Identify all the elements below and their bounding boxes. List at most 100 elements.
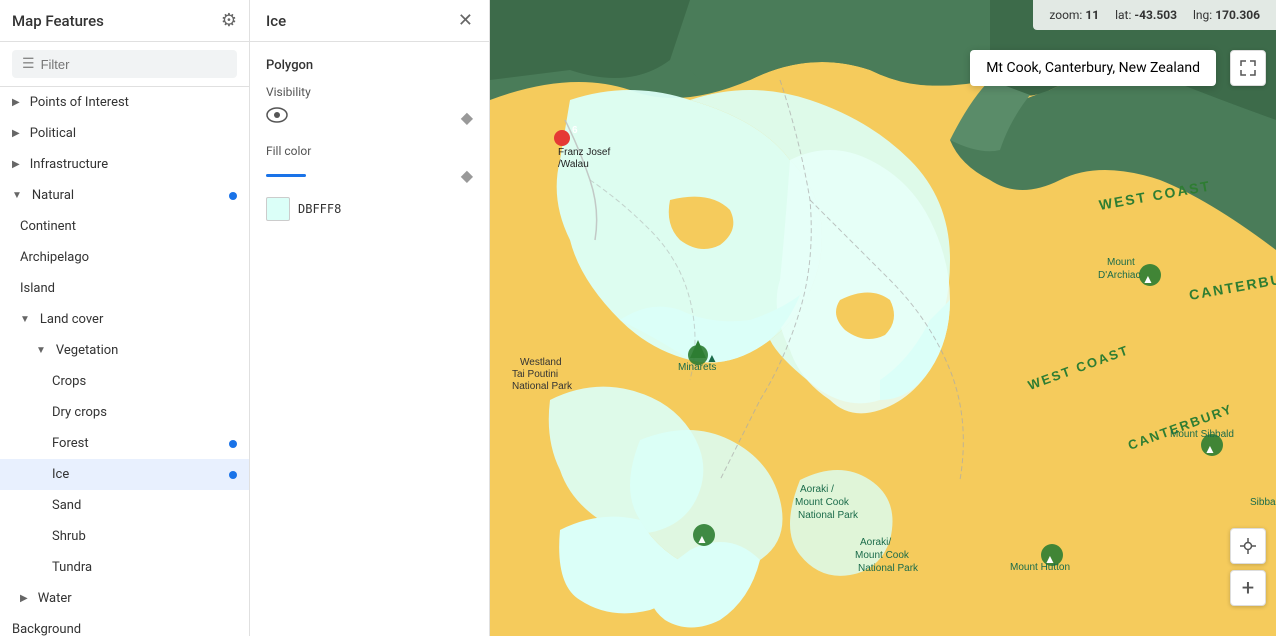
zoom-plus-button[interactable]: + bbox=[1230, 570, 1266, 606]
chevron-right-icon: ▶ bbox=[12, 159, 20, 170]
svg-text:Tai Poutini: Tai Poutini bbox=[512, 369, 558, 380]
map-svg: WEST COAST CANTERBURY WEST COAST CANTERB… bbox=[490, 0, 1276, 636]
plus-icon: + bbox=[1242, 576, 1254, 601]
westland-label: Westland bbox=[520, 357, 562, 368]
filter-input-wrapper: ☰ bbox=[12, 50, 237, 78]
color-swatch-row[interactable]: DBFFF8 bbox=[266, 197, 473, 221]
chevron-down-icon: ▼ bbox=[36, 345, 46, 356]
sidebar-item-land-cover[interactable]: ▼ Land cover bbox=[0, 304, 249, 335]
aoraki-label1: Aoraki / bbox=[800, 484, 834, 495]
mount-sibbald-label: Mount Sibbald bbox=[1170, 429, 1234, 440]
map-topbar: zoom: 11 lat: -43.503 lng: 170.306 bbox=[1033, 0, 1276, 30]
svg-text:D'Archiac: D'Archiac bbox=[1098, 270, 1140, 281]
panel-body: Polygon Visibility ◆ Fill color ◆ bbox=[250, 42, 489, 237]
eye-icon[interactable] bbox=[266, 107, 288, 128]
sidebar-item-dry-crops[interactable]: Dry crops bbox=[0, 397, 249, 428]
sidebar-item-label: Water bbox=[38, 591, 72, 606]
panel-title: Ice bbox=[266, 12, 286, 30]
zoom-label: zoom: 11 bbox=[1049, 8, 1099, 22]
sidebar-item-vegetation[interactable]: ▼ Vegetation bbox=[0, 335, 249, 366]
chevron-right-icon: ▶ bbox=[12, 128, 20, 139]
gear-icon[interactable]: ⚙ bbox=[221, 10, 237, 31]
diamond-icon[interactable]: ◆ bbox=[461, 166, 473, 185]
map-container[interactable]: zoom: 11 lat: -43.503 lng: 170.306 Mt Co… bbox=[490, 0, 1276, 636]
sidebar-title: Map Features bbox=[12, 12, 104, 30]
sidebar-item-label: Vegetation bbox=[56, 343, 118, 358]
sidebar-item-label: Crops bbox=[52, 374, 86, 389]
svg-text:▲: ▲ bbox=[1044, 552, 1056, 566]
fill-color-label: Fill color bbox=[266, 144, 473, 158]
sidebar-item-archipelago[interactable]: Archipelago bbox=[0, 242, 249, 273]
filter-text-input[interactable] bbox=[41, 57, 227, 72]
franz-josef-label: Franz Josef bbox=[558, 147, 610, 158]
sidebar-item-label: Forest bbox=[52, 436, 89, 451]
svg-text:National Park: National Park bbox=[858, 563, 919, 574]
fill-color-bar bbox=[266, 174, 306, 177]
chevron-right-icon: ▶ bbox=[20, 593, 28, 604]
fill-color-row: ◆ bbox=[266, 166, 473, 185]
svg-text:National Park: National Park bbox=[798, 510, 859, 521]
sidebar-item-tundra[interactable]: Tundra bbox=[0, 552, 249, 583]
sidebar-item-points-of-interest[interactable]: ▶ Points of Interest bbox=[0, 87, 249, 118]
sidebar: Map Features ⚙ ☰ ▶ Points of Interest ▶ … bbox=[0, 0, 250, 636]
svg-text:▲: ▲ bbox=[1142, 272, 1154, 286]
sidebar-item-label: Political bbox=[30, 126, 76, 141]
sidebar-item-island[interactable]: Island bbox=[0, 273, 249, 304]
filter-bar: ☰ bbox=[0, 42, 249, 87]
mount-hutton-label: Mount Hutton bbox=[1010, 562, 1070, 573]
aoraki-label2: Aoraki/ bbox=[860, 537, 891, 548]
mount-darchiac-label: Mount bbox=[1107, 257, 1135, 268]
sidebar-item-label: Infrastructure bbox=[30, 157, 108, 172]
svg-text:National Park: National Park bbox=[512, 381, 573, 392]
sidebar-item-label: Natural bbox=[32, 188, 74, 203]
close-icon[interactable]: ✕ bbox=[458, 10, 473, 31]
panel-header: Ice ✕ bbox=[250, 0, 489, 42]
active-dot bbox=[229, 440, 237, 448]
svg-text:▲: ▲ bbox=[696, 532, 708, 546]
chevron-down-icon: ▼ bbox=[12, 190, 22, 201]
sibbald-label: Sibbald bbox=[1250, 497, 1276, 508]
sidebar-item-crops[interactable]: Crops bbox=[0, 366, 249, 397]
diamond-icon[interactable]: ◆ bbox=[461, 108, 473, 127]
sidebar-item-label: Points of Interest bbox=[30, 95, 129, 110]
sidebar-item-label: Continent bbox=[20, 219, 76, 234]
sidebar-item-label: Shrub bbox=[52, 529, 86, 544]
sidebar-item-label: Land cover bbox=[40, 312, 103, 327]
location-button[interactable] bbox=[1230, 528, 1266, 564]
svg-text:Mount Cook: Mount Cook bbox=[855, 550, 910, 561]
sidebar-item-sand[interactable]: Sand bbox=[0, 490, 249, 521]
sidebar-item-ice[interactable]: Ice bbox=[0, 459, 249, 490]
sidebar-item-label: Ice bbox=[52, 467, 69, 482]
chevron-right-icon: ▶ bbox=[12, 97, 20, 108]
sidebar-item-shrub[interactable]: Shrub bbox=[0, 521, 249, 552]
sidebar-item-infrastructure[interactable]: ▶ Infrastructure bbox=[0, 149, 249, 180]
sidebar-item-background[interactable]: Background bbox=[0, 614, 249, 636]
color-hex-label: DBFFF8 bbox=[298, 202, 341, 216]
sidebar-item-label: Background bbox=[12, 622, 81, 636]
chevron-down-icon: ▼ bbox=[20, 314, 30, 325]
sidebar-header: Map Features ⚙ bbox=[0, 0, 249, 42]
lat-label: lat: -43.503 bbox=[1115, 8, 1177, 22]
visibility-label: Visibility bbox=[266, 85, 473, 99]
sidebar-item-label: Tundra bbox=[52, 560, 92, 575]
sidebar-item-water[interactable]: ▶ Water bbox=[0, 583, 249, 614]
sidebar-item-continent[interactable]: Continent bbox=[0, 211, 249, 242]
polygon-label: Polygon bbox=[266, 58, 473, 73]
fullscreen-button[interactable] bbox=[1230, 50, 1266, 86]
filter-icon: ☰ bbox=[22, 56, 35, 72]
lng-label: lng: 170.306 bbox=[1193, 8, 1260, 22]
sidebar-item-forest[interactable]: Forest bbox=[0, 428, 249, 459]
sidebar-item-natural[interactable]: ▼ Natural bbox=[0, 180, 249, 211]
svg-text:/Walau: /Walau bbox=[558, 159, 589, 170]
svg-text:▲: ▲ bbox=[706, 351, 718, 365]
visibility-row: ◆ bbox=[266, 107, 473, 128]
svg-text:▲: ▲ bbox=[1204, 442, 1216, 456]
detail-panel: Ice ✕ Polygon Visibility ◆ Fill color ◆ bbox=[250, 0, 490, 636]
svg-text:Mount Cook: Mount Cook bbox=[795, 497, 850, 508]
color-swatch[interactable] bbox=[266, 197, 290, 221]
sidebar-item-label: Archipelago bbox=[20, 250, 89, 265]
active-dot bbox=[229, 192, 237, 200]
svg-text:6: 6 bbox=[572, 125, 578, 136]
sidebar-item-political[interactable]: ▶ Political bbox=[0, 118, 249, 149]
sidebar-item-label: Island bbox=[20, 281, 55, 296]
